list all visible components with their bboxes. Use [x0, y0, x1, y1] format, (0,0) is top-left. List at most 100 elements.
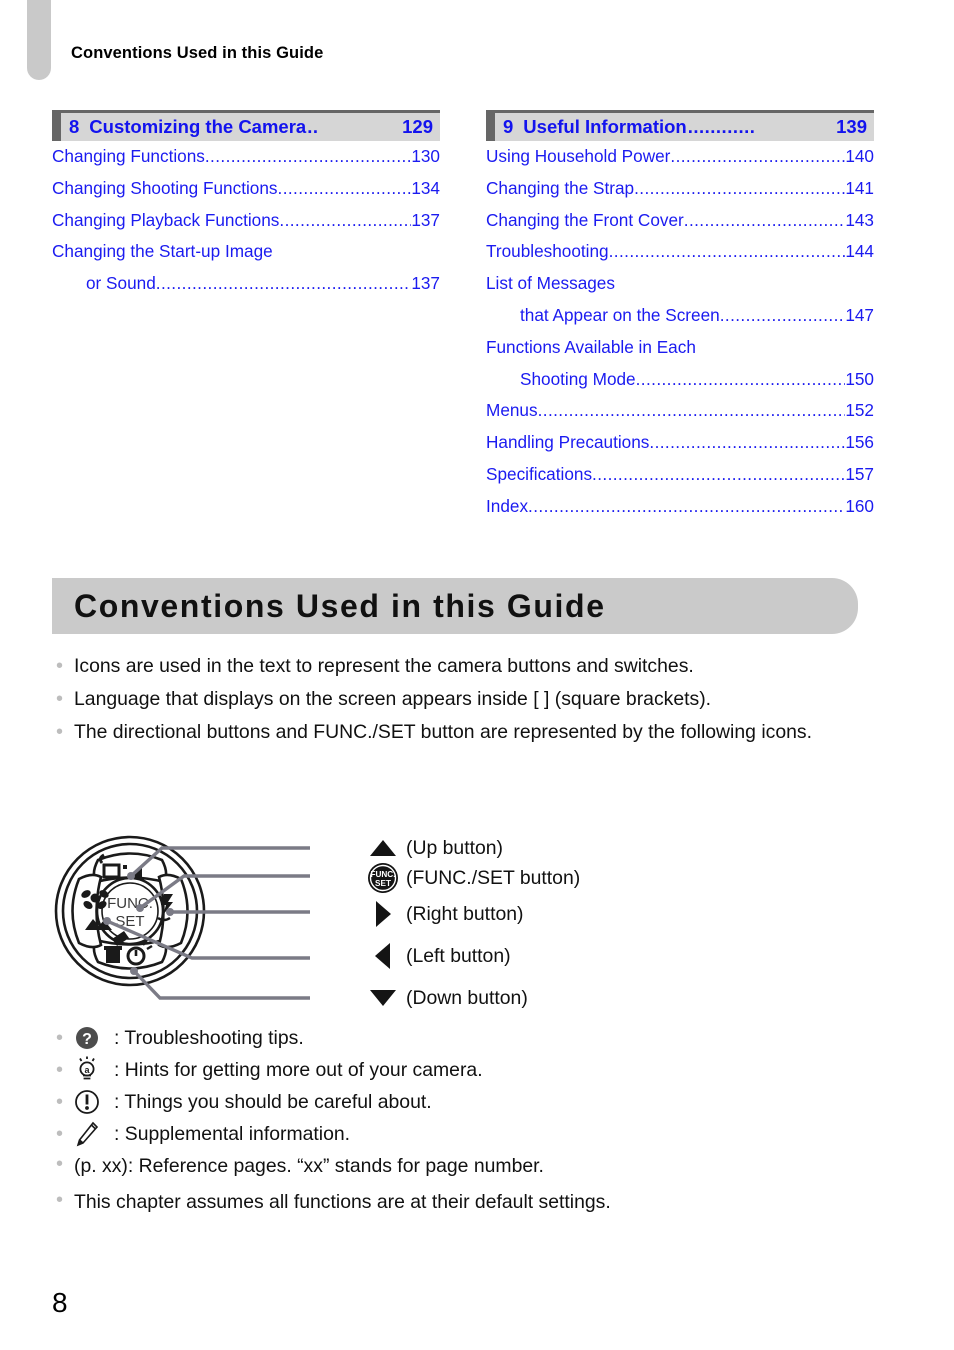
list-item: • : Supplemental information.	[52, 1118, 892, 1150]
toc-leader-dots: ........................................…	[635, 368, 846, 389]
toc-leader-dots: ........................................…	[592, 463, 846, 484]
callout-func-set-button: FUNC. SET (FUNC./SET button)	[360, 863, 581, 893]
toc-leader-dots: ........................................…	[279, 209, 411, 230]
toc-chapter-title: Customizing the Camera	[89, 116, 307, 137]
toc-entry[interactable]: that Appear on the Screen ..............…	[486, 300, 874, 332]
toc-entry[interactable]: Functions Available in Each	[486, 332, 874, 364]
toc-entry-page: 134	[411, 177, 440, 198]
toc-entry[interactable]: Changing Shooting Functions ............…	[52, 173, 440, 205]
toc-entry-label: Changing Functions	[52, 146, 205, 166]
toc-entry[interactable]: Using Household Power ..................…	[486, 141, 874, 173]
toc-chapter-number: 9	[503, 116, 514, 137]
lightbulb-icon: a	[74, 1056, 114, 1084]
question-mark-icon: ?	[74, 1025, 114, 1051]
list-item-text: : Hints for getting more out of your cam…	[114, 1058, 483, 1081]
callout-label: (Up button)	[406, 836, 504, 859]
callout-label: (Left button)	[406, 944, 511, 967]
toc-entry-label: Changing Playback Functions	[52, 209, 280, 230]
toc-entry[interactable]: or Sound ...............................…	[52, 268, 440, 300]
table-of-contents: 8 Customizing the Camera .. 129 Changing…	[52, 110, 874, 523]
page-title: Conventions Used in this Guide	[74, 587, 606, 624]
toc-entry-label: that Appear on the Screen	[520, 304, 720, 325]
list-item: • This chapter assumes all functions are…	[52, 1186, 912, 1218]
list-item-text: (p. xx): Reference pages. “xx” stands fo…	[74, 1155, 544, 1177]
bullet-dot-icon: •	[56, 1090, 64, 1113]
toc-entry-page: 160	[845, 495, 874, 516]
svg-text:FUNC.: FUNC.	[370, 870, 395, 879]
legend-bullet-list: • ? : Troubleshooting tips. • a : Hints …	[52, 1022, 892, 1150]
toc-entry-page: 130	[411, 146, 440, 166]
callout-label-list: (Up button) FUNC. SET (FUNC./SET button)…	[360, 808, 880, 1020]
bullet-dot-icon: •	[56, 655, 64, 677]
toc-entry-label: Changing Shooting Functions	[52, 177, 278, 198]
toc-entry-page: 152	[845, 400, 874, 421]
toc-leader-dots: ........................................…	[670, 146, 845, 166]
list-item-text: : Supplemental information.	[114, 1122, 351, 1145]
toc-leader-dots: ........................................…	[683, 209, 846, 230]
right-triangle-icon	[360, 899, 406, 929]
toc-entry-list-9: Using Household Power ..................…	[486, 141, 874, 523]
toc-entry-page: 144	[845, 241, 874, 262]
bullet-dot-icon: •	[56, 1153, 64, 1175]
toc-entry[interactable]: Troubleshooting ........................…	[486, 236, 874, 268]
list-item: • The directional buttons and FUNC./SET …	[52, 718, 892, 747]
toc-entry-page: 147	[845, 304, 874, 325]
toc-entry-label: Specifications	[486, 463, 593, 484]
toc-entry[interactable]: Index ..................................…	[486, 491, 874, 523]
toc-column-chapter-8: 8 Customizing the Camera .. 129 Changing…	[52, 110, 440, 523]
toc-entry-page: 156	[845, 432, 874, 453]
toc-entry[interactable]: Shooting Mode ..........................…	[486, 364, 874, 396]
callout-down-button: (Down button)	[360, 984, 528, 1012]
list-item-text: Icons are used in the text to represent …	[74, 655, 694, 677]
svg-text:a: a	[84, 1065, 90, 1075]
list-item-text: : Troubleshooting tips.	[114, 1026, 304, 1049]
list-item: • Language that displays on the screen a…	[52, 685, 892, 714]
toc-entry[interactable]: Specifications .........................…	[486, 459, 874, 491]
toc-entry-label: Changing the Front Cover	[486, 209, 684, 230]
toc-chapter-page: 129	[402, 116, 433, 137]
chapter-banner: Conventions Used in this Guide	[52, 578, 858, 634]
toc-entry[interactable]: Changing the Strap .....................…	[486, 173, 874, 205]
toc-entry-page: 137	[411, 209, 440, 230]
callout-label: (FUNC./SET button)	[406, 866, 581, 889]
toc-entry[interactable]: Changing the Front Cover ...............…	[486, 205, 874, 237]
toc-entry[interactable]: List of Messages	[486, 268, 874, 300]
svg-text:?: ?	[82, 1031, 92, 1048]
intro-bullet-list: • Icons are used in the text to represen…	[52, 652, 892, 751]
toc-entry-page: 150	[845, 368, 874, 389]
toc-entry-label: or Sound	[86, 273, 156, 294]
toc-entry[interactable]: Handling Precautions ...................…	[486, 427, 874, 459]
toc-entry[interactable]: Changing Playback Functions ............…	[52, 205, 440, 237]
toc-entry-page: 143	[845, 209, 874, 230]
toc-chapter-header-9[interactable]: 9 Useful Information ............ 139	[486, 110, 874, 141]
control-dial-figure: FUNC. SET (Up button) FUNC. SET (FUNC./S…	[52, 808, 892, 1020]
toc-leader-dots: ........................................…	[277, 177, 412, 198]
page-number: 8	[52, 1287, 68, 1318]
toc-chapter-number: 8	[69, 116, 80, 137]
list-item-text: This chapter assumes all functions are a…	[74, 1191, 611, 1213]
callout-label: (Right button)	[406, 902, 524, 925]
exclamation-circle-icon	[74, 1089, 114, 1115]
bullet-dot-icon: •	[56, 1122, 64, 1145]
bullet-dot-icon: •	[56, 1058, 64, 1081]
toc-chapter-header-8[interactable]: 8 Customizing the Camera .. 129	[52, 110, 440, 141]
bullet-dot-icon: •	[56, 1189, 64, 1211]
toc-entry-label: Changing the Strap	[486, 177, 635, 198]
toc-entry-page: 137	[411, 273, 440, 294]
list-item-text: : Things you should be careful about.	[114, 1090, 432, 1113]
toc-entry[interactable]: Changing the Start-up Image	[52, 236, 440, 268]
toc-entry-label: Functions Available in Each	[486, 336, 696, 357]
list-item: • Icons are used in the text to represen…	[52, 652, 892, 681]
toc-leader-dots: ........................................…	[719, 304, 846, 325]
bullet-dot-icon: •	[56, 688, 64, 710]
toc-entry[interactable]: Changing Functions .....................…	[52, 141, 440, 173]
callout-right-button: (Right button)	[360, 900, 523, 928]
toc-entry-label: Changing the Start-up Image	[52, 241, 273, 262]
toc-leader-dots: ........................................…	[537, 400, 846, 421]
toc-entry[interactable]: Menus ..................................…	[486, 395, 874, 427]
callout-left-button: (Left button)	[360, 942, 511, 970]
toc-chapter-title: Useful Information	[523, 116, 687, 137]
toc-leader-dots: ........................................…	[608, 241, 846, 262]
toc-entry-label: Using Household Power	[486, 146, 671, 166]
svg-text:SET: SET	[375, 879, 391, 888]
